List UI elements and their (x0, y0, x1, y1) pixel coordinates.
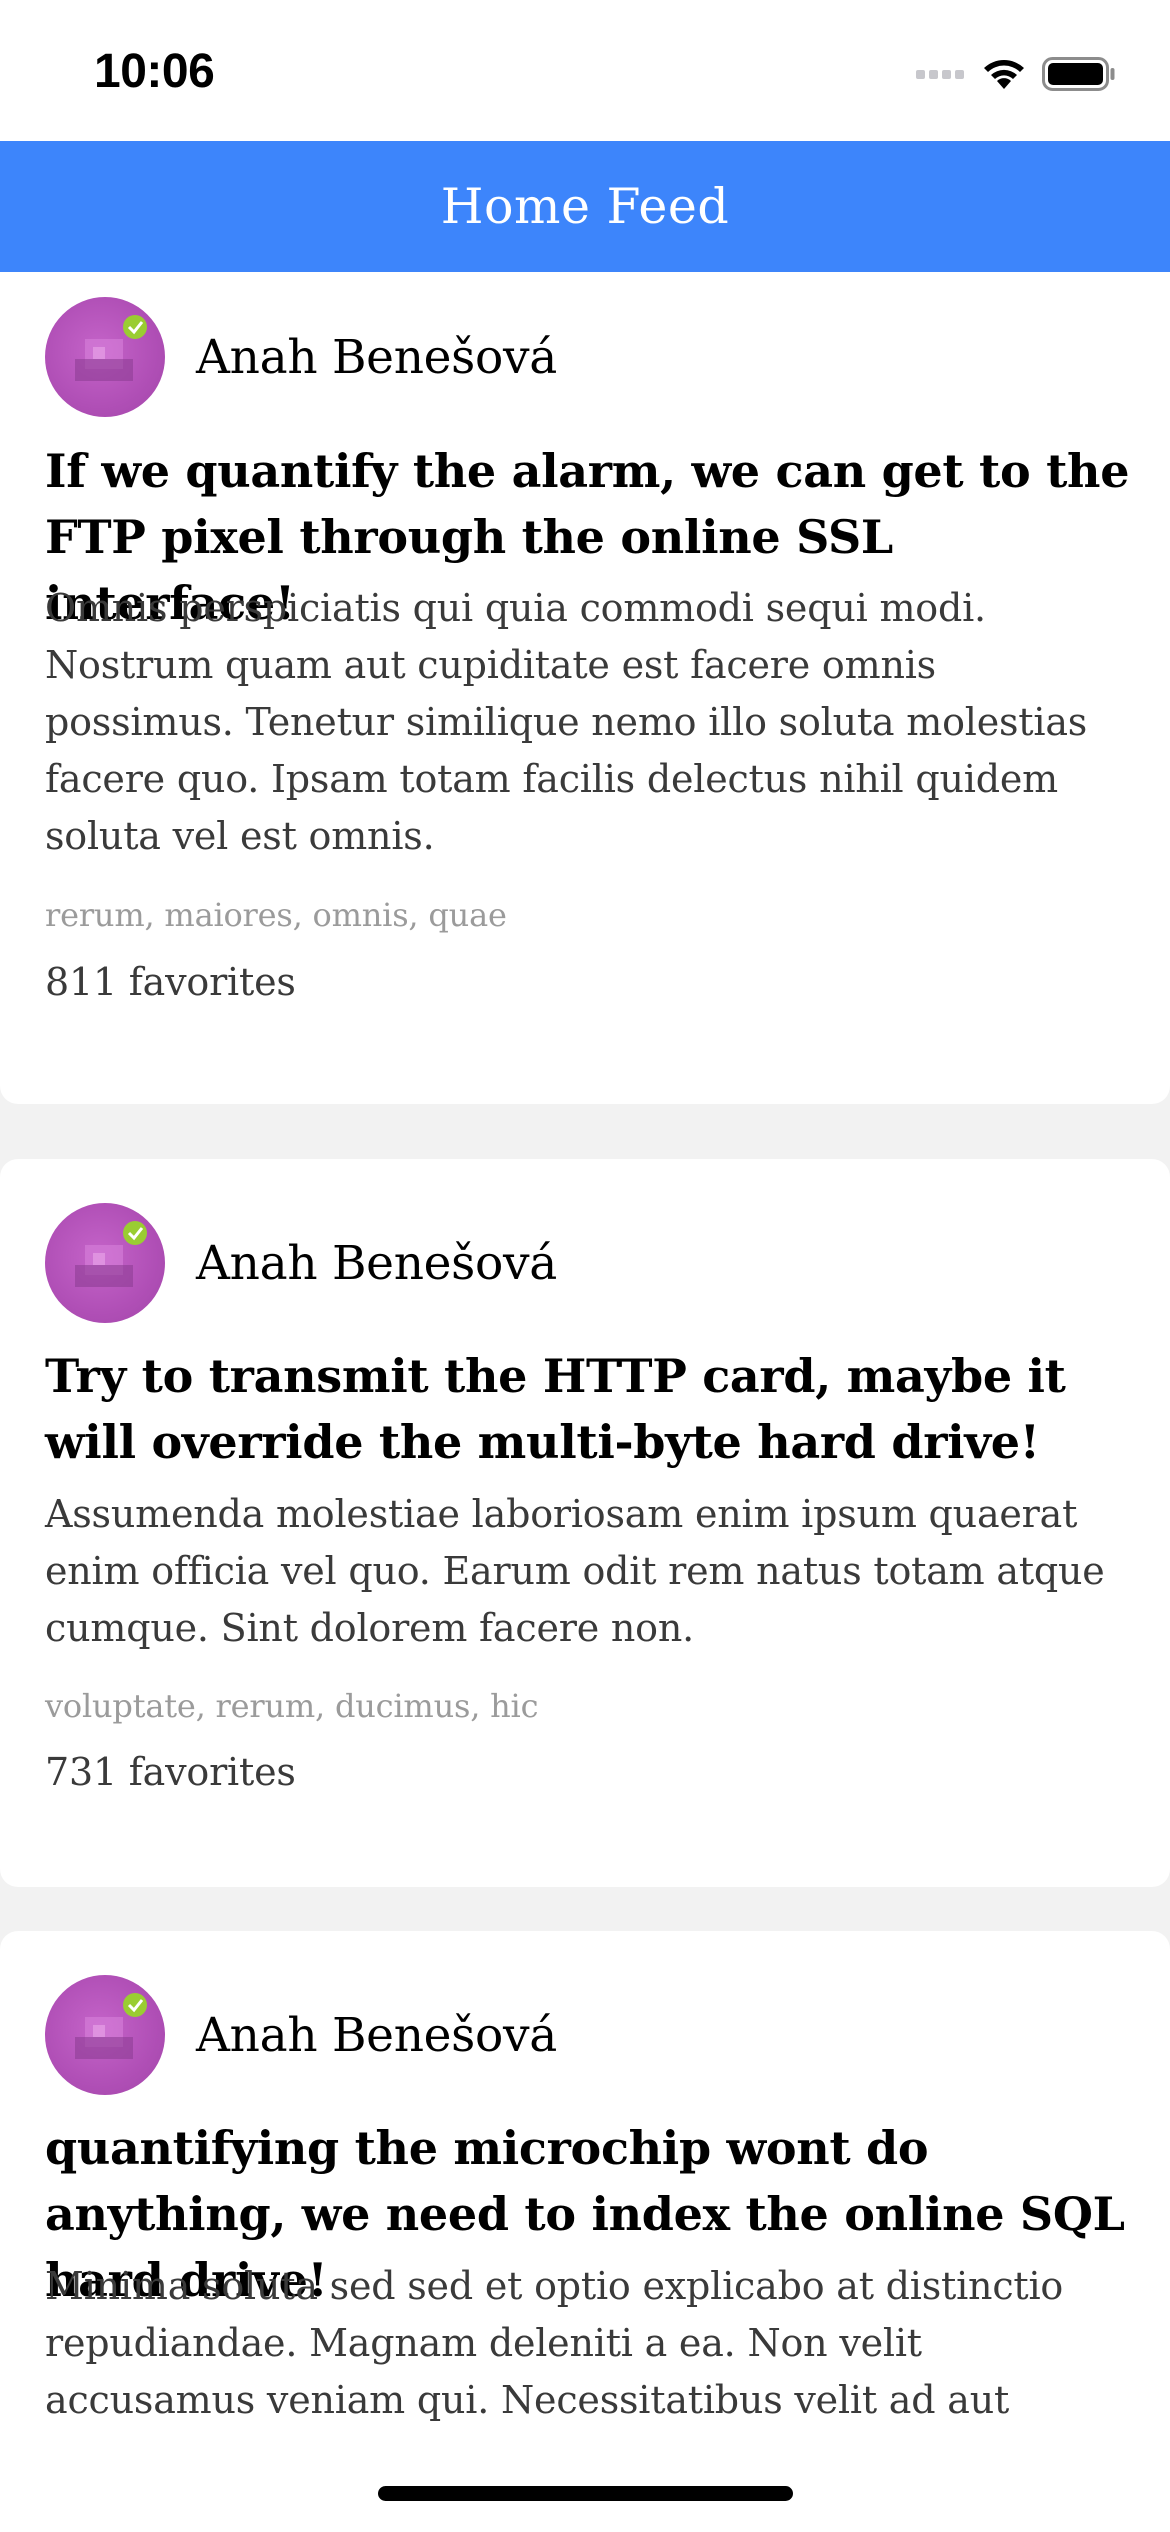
status-time: 10:06 (94, 45, 215, 98)
avatar-image-icon (75, 1221, 147, 1287)
post-favorites-count: 811 favorites (45, 960, 296, 1004)
author-name[interactable]: Anah Benešová (196, 2008, 557, 2063)
feed-list[interactable]: Anah Benešová If we quantify the alarm, … (0, 272, 1170, 2432)
post-body: Minima soluta sed sed et optio explicabo… (45, 2264, 1064, 2422)
avatar-image-icon (75, 315, 147, 381)
post-body: Omnis perspiciatis qui quia commodi sequ… (45, 586, 1088, 858)
post-card[interactable]: Anah Benešová quantifying the microchip … (0, 1931, 1170, 2432)
post-author-row[interactable]: Anah Benešová (45, 1975, 1125, 2095)
author-name[interactable]: Anah Benešová (196, 1236, 557, 1291)
nav-header: Home Feed (0, 141, 1170, 272)
avatar[interactable] (45, 1975, 165, 2095)
post-body: Assumenda molestiae laboriosam enim ipsu… (45, 1492, 1105, 1650)
bottom-safe-area (0, 2432, 1170, 2532)
avatar-image-icon (75, 1993, 147, 2059)
post-card[interactable]: Anah Benešová If we quantify the alarm, … (0, 272, 1170, 1104)
avatar[interactable] (45, 1203, 165, 1323)
page-title: Home Feed (440, 178, 730, 235)
home-indicator[interactable] (378, 2486, 793, 2501)
post-card[interactable]: Anah Benešová Try to transmit the HTTP c… (0, 1159, 1170, 1887)
status-bar: 10:06 (0, 0, 1170, 141)
post-tags: rerum, maiores, omnis, quae (45, 896, 507, 934)
post-author-row[interactable]: Anah Benešová (45, 1203, 1125, 1323)
post-author-row[interactable]: Anah Benešová (45, 297, 1125, 417)
author-name[interactable]: Anah Benešová (196, 330, 557, 385)
post-title: Try to transmit the HTTP card, maybe it … (45, 1349, 1066, 1469)
post-tags: voluptate, rerum, ducimus, hic (45, 1687, 539, 1725)
home-feed-screen: 10:06 Home Feed Anah Benešová If we quan… (0, 0, 1170, 2532)
cellular-signal-icon (916, 69, 968, 79)
wifi-icon (984, 60, 1024, 89)
avatar[interactable] (45, 297, 165, 417)
status-icons (916, 50, 1116, 98)
post-favorites-count: 731 favorites (45, 1750, 296, 1794)
battery-icon (1042, 57, 1115, 91)
